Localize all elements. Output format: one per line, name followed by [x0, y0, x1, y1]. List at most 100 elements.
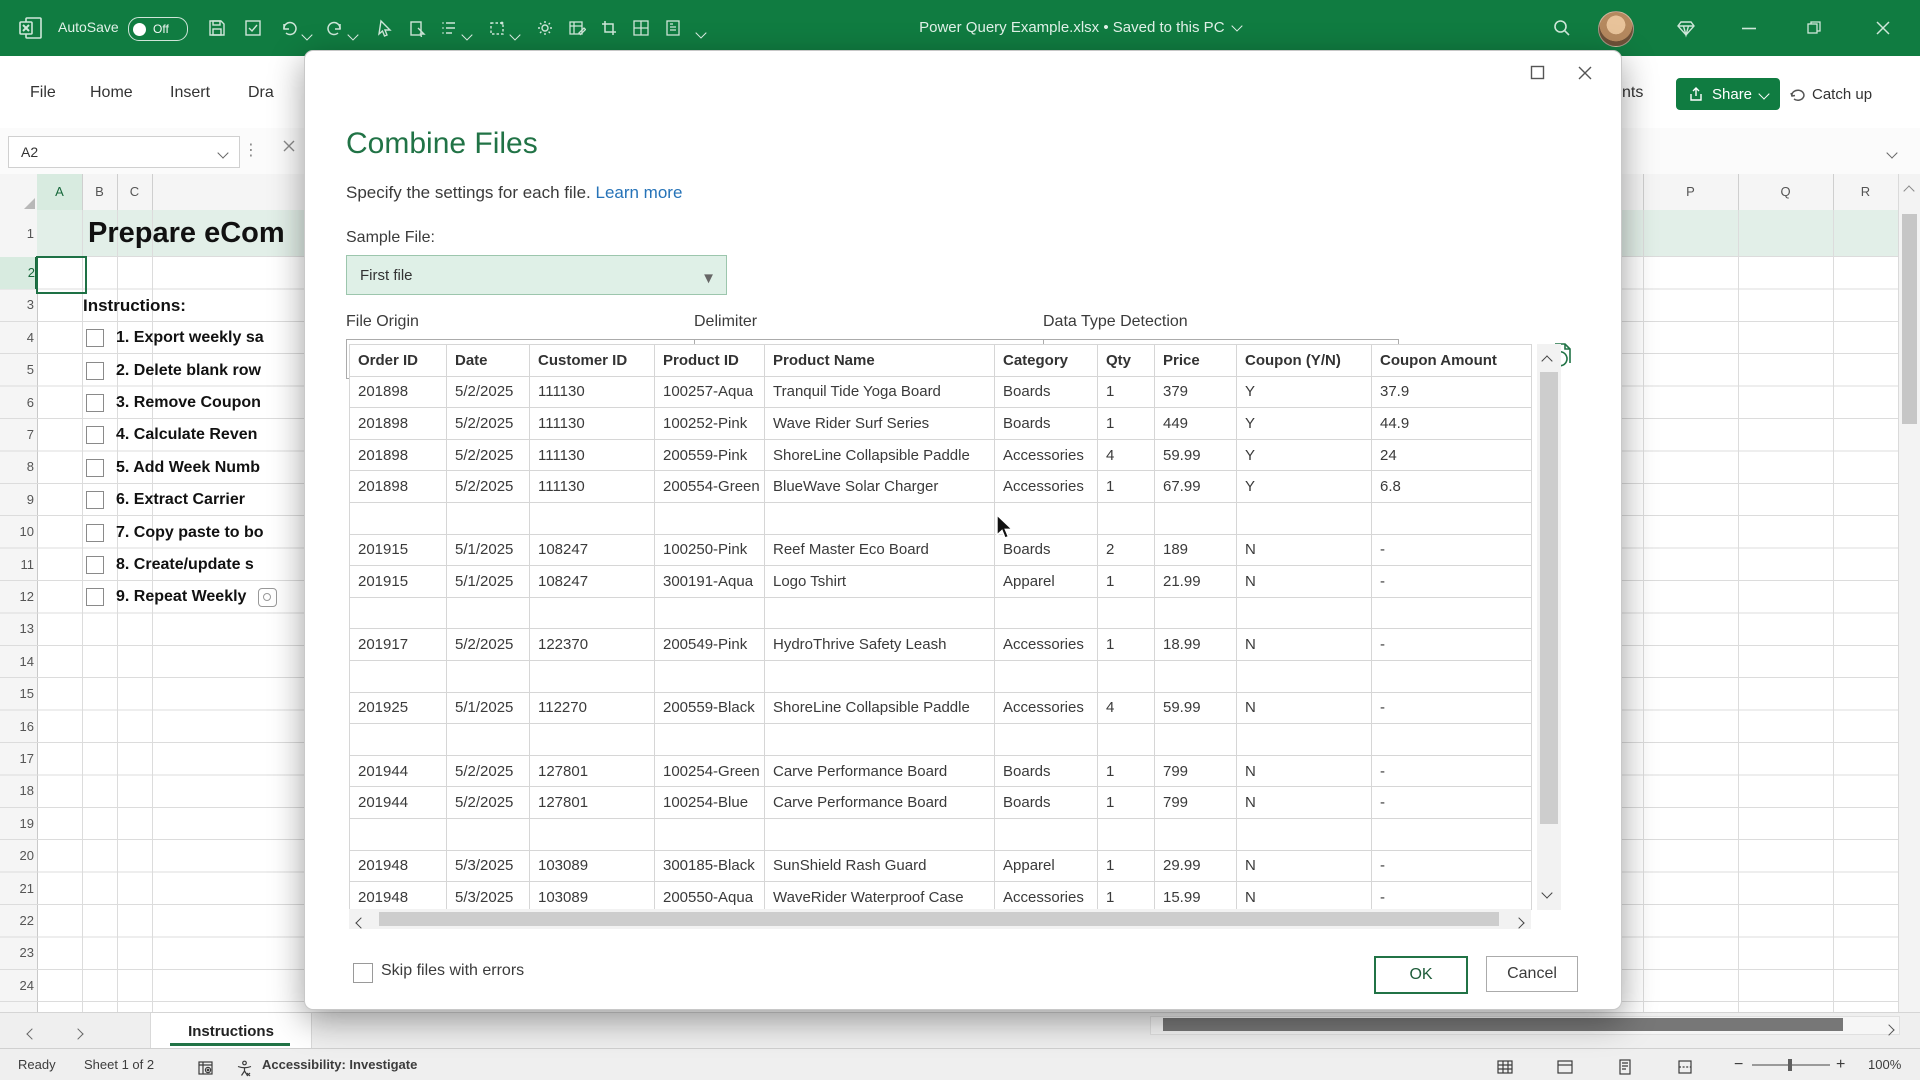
view-page-break-icon[interactable]	[1676, 1056, 1694, 1080]
row-header-11[interactable]: 11	[0, 549, 34, 581]
scroll-up-icon[interactable]	[1541, 355, 1552, 366]
undo-icon[interactable]	[280, 19, 298, 37]
scroll-left-icon[interactable]	[355, 917, 366, 928]
instruction-checkbox[interactable]	[86, 362, 104, 380]
row-header-21[interactable]: 21	[0, 873, 34, 905]
column-header-A[interactable]: A	[37, 174, 82, 212]
comments-button-partial[interactable]: nts	[1622, 78, 1643, 108]
card-icon[interactable]	[664, 19, 682, 37]
row-header-3[interactable]: 3	[0, 289, 34, 321]
row-header-6[interactable]: 6	[0, 387, 34, 419]
close-button[interactable]	[1874, 19, 1892, 37]
gear-icon[interactable]	[536, 19, 554, 37]
list-bullets-icon[interactable]	[440, 19, 458, 37]
column-header-R[interactable]: R	[1833, 174, 1898, 210]
save-icon[interactable]	[208, 19, 226, 37]
row-header-13[interactable]: 13	[0, 613, 34, 645]
instruction-checkbox[interactable]	[86, 491, 104, 509]
zoom-out-button[interactable]: −	[1734, 1049, 1743, 1080]
redo-chevron-icon[interactable]	[349, 26, 357, 44]
row-header-7[interactable]: 7	[0, 419, 34, 451]
instruction-checkbox[interactable]	[86, 329, 104, 347]
tab-draw[interactable]: Dra	[248, 78, 274, 108]
catch-up-button[interactable]: Catch up	[1788, 78, 1872, 110]
instruction-checkbox[interactable]	[86, 556, 104, 574]
sheet-nav-next-icon[interactable]	[74, 1025, 82, 1043]
column-header-Q[interactable]: Q	[1738, 174, 1833, 210]
zoom-slider-thumb[interactable]	[1788, 1059, 1792, 1071]
macro-record-icon[interactable]	[198, 1057, 215, 1075]
row-header-14[interactable]: 14	[0, 646, 34, 678]
dialog-maximize-button[interactable]	[1530, 65, 1545, 85]
dialog-close-button[interactable]	[1577, 65, 1593, 86]
sheet-vertical-scrollbar[interactable]	[1898, 174, 1920, 1012]
row-header-22[interactable]: 22	[0, 905, 34, 937]
sample-file-dropdown[interactable]: First file ▼	[346, 255, 727, 295]
autosave-toggle[interactable]: Off	[128, 17, 188, 41]
formula-expand-icon[interactable]	[1888, 144, 1896, 162]
sheet-nav-prev-icon[interactable]	[28, 1025, 36, 1043]
tab-file[interactable]: File	[30, 78, 56, 108]
accessibility-status[interactable]: Accessibility: Investigate	[262, 1049, 417, 1080]
select-all-corner[interactable]	[24, 198, 35, 209]
tab-insert[interactable]: Insert	[170, 78, 210, 108]
tab-home[interactable]: Home	[90, 78, 133, 108]
row-header-17[interactable]: 17	[0, 743, 34, 775]
qat-more-icon[interactable]	[697, 24, 705, 42]
learn-more-link[interactable]: Learn more	[595, 183, 682, 202]
row-header-5[interactable]: 5	[0, 354, 34, 386]
preview-vertical-scrollbar[interactable]	[1537, 344, 1561, 910]
preview-vscroll-thumb[interactable]	[1540, 372, 1558, 824]
sheet-horizontal-scrollbar[interactable]	[1150, 1016, 1900, 1035]
row-header-20[interactable]: 20	[0, 840, 34, 872]
preview-hscroll-thumb[interactable]	[379, 912, 1499, 926]
view-page-layout-icon[interactable]	[1616, 1056, 1634, 1080]
column-header-P[interactable]: P	[1643, 174, 1738, 210]
list-chevron-icon[interactable]	[463, 26, 471, 44]
select-cursor-icon[interactable]	[376, 19, 394, 37]
skip-files-checkbox[interactable]	[353, 963, 373, 983]
document-title[interactable]: Power Query Example.xlsx • Saved to this…	[840, 0, 1320, 56]
zoom-in-button[interactable]: +	[1836, 1049, 1845, 1080]
name-box[interactable]: A2	[8, 136, 240, 168]
row-header-1[interactable]: 1	[0, 210, 34, 257]
user-avatar[interactable]	[1598, 11, 1634, 47]
table-grid-icon[interactable]	[632, 19, 650, 37]
redo-icon[interactable]	[326, 19, 344, 37]
view-grid-icon[interactable]	[1496, 1056, 1514, 1080]
instruction-checkbox[interactable]	[86, 588, 104, 606]
row-header-12[interactable]: 12	[0, 581, 34, 613]
column-header-B[interactable]: B	[82, 174, 117, 210]
minimize-button[interactable]	[1742, 27, 1758, 30]
row-header-23[interactable]: 23	[0, 937, 34, 969]
namebox-menu-dots-icon[interactable]: ⋮	[243, 140, 260, 160]
restore-button[interactable]	[1806, 20, 1822, 36]
ok-button[interactable]: OK	[1374, 956, 1468, 994]
sheet-hscroll-thumb[interactable]	[1163, 1018, 1843, 1031]
search-icon[interactable]	[1552, 18, 1572, 38]
row-header-10[interactable]: 10	[0, 516, 34, 548]
formula-cancel-icon[interactable]	[280, 137, 298, 160]
row-header-18[interactable]: 18	[0, 775, 34, 807]
cancel-button[interactable]: Cancel	[1486, 956, 1578, 992]
undo-chevron-icon[interactable]	[303, 26, 311, 44]
view-normal-icon[interactable]	[1556, 1056, 1574, 1080]
row-header-15[interactable]: 15	[0, 678, 34, 710]
instruction-checkbox[interactable]	[86, 459, 104, 477]
selected-cell-a2[interactable]	[36, 256, 87, 294]
preview-horizontal-scrollbar[interactable]	[349, 909, 1531, 929]
select-box-chevron-icon[interactable]	[511, 26, 519, 44]
checkbox-icon[interactable]	[244, 19, 262, 37]
crop-icon[interactable]	[600, 19, 618, 37]
scroll-down-icon[interactable]	[1541, 887, 1552, 898]
instruction-checkbox[interactable]	[86, 426, 104, 444]
column-header-C[interactable]: C	[117, 174, 152, 210]
scroll-right-icon[interactable]	[1513, 917, 1524, 928]
row-header-4[interactable]: 4	[0, 322, 34, 354]
row-header-24[interactable]: 24	[0, 970, 34, 1002]
row-header-8[interactable]: 8	[0, 451, 34, 483]
instruction-checkbox[interactable]	[86, 394, 104, 412]
share-button[interactable]: Share	[1676, 78, 1780, 110]
row-header-9[interactable]: 9	[0, 484, 34, 516]
diamond-icon[interactable]	[1676, 18, 1696, 38]
